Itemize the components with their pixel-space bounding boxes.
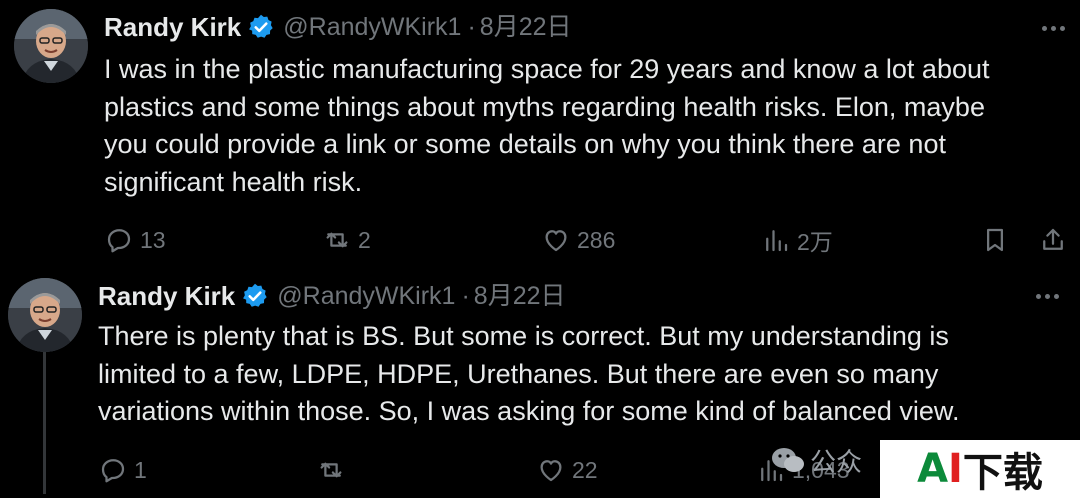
verified-badge-icon [241, 282, 269, 310]
tweet-text: I was in the plastic manufacturing space… [104, 54, 990, 197]
author-name[interactable]: Randy Kirk [104, 12, 241, 42]
watermark-letter-i: I [948, 446, 963, 492]
avatar[interactable] [8, 278, 82, 352]
share-button[interactable] [1038, 222, 1068, 258]
reply-icon [101, 459, 125, 483]
bookmark-icon [987, 228, 1003, 252]
like-button[interactable]: 22 [536, 452, 598, 488]
bookmark-button[interactable] [980, 222, 1010, 258]
views-button[interactable]: 2万 [761, 222, 833, 258]
tweet-date[interactable]: 8月22日 [480, 12, 572, 42]
wechat-watermark: 公众 [770, 440, 862, 480]
views-chart-icon [766, 230, 788, 252]
author-name[interactable]: Randy Kirk [98, 281, 235, 311]
repost-button[interactable]: 2 [322, 222, 371, 258]
views-count: 2万 [797, 229, 833, 255]
verified-badge-icon [247, 13, 275, 41]
watermark-letter-a: A [917, 446, 949, 492]
wechat-watermark-text: 公众 [810, 446, 863, 477]
more-options-icon[interactable] [1038, 13, 1068, 43]
like-count: 22 [572, 456, 598, 483]
reply-count: 13 [140, 226, 166, 253]
tweet-header: Randy Kirk @RandyWKirk1 · 8月22日 [98, 281, 566, 311]
reply-button[interactable]: 13 [104, 222, 166, 258]
author-handle[interactable]: @RandyWKirk1 [277, 281, 455, 311]
repost-count: 2 [358, 226, 371, 253]
more-options-icon[interactable] [1032, 281, 1062, 311]
reply-button[interactable]: 1 [98, 452, 147, 488]
tweet-date[interactable]: 8月22日 [474, 281, 566, 311]
watermark-text-cn: 下载 [962, 450, 1043, 496]
heart-icon [545, 230, 567, 252]
avatar[interactable] [14, 9, 88, 83]
tweet-header: Randy Kirk @RandyWKirk1 · 8月22日 [104, 12, 572, 42]
tweet-text: There is plenty that is BS. But some is … [98, 321, 960, 426]
like-button[interactable]: 286 [541, 222, 615, 258]
action-bar: 13 2 286 2万 [0, 222, 1080, 258]
repost-button[interactable] [316, 452, 352, 488]
reply-count: 1 [134, 456, 147, 483]
separator-dot: · [467, 13, 476, 41]
wechat-icon [772, 448, 804, 472]
site-watermark-logo: A I 下载 [880, 440, 1080, 498]
reply-icon [107, 229, 131, 253]
repost-icon [320, 462, 342, 478]
share-icon [1043, 228, 1063, 250]
author-handle[interactable]: @RandyWKirk1 [283, 12, 461, 42]
repost-icon [326, 232, 348, 248]
separator-dot: · [461, 282, 470, 310]
tweet-1[interactable]: Randy Kirk @RandyWKirk1 · 8月22日 I was in… [0, 0, 1080, 268]
heart-icon [540, 460, 562, 482]
like-count: 286 [577, 226, 616, 253]
